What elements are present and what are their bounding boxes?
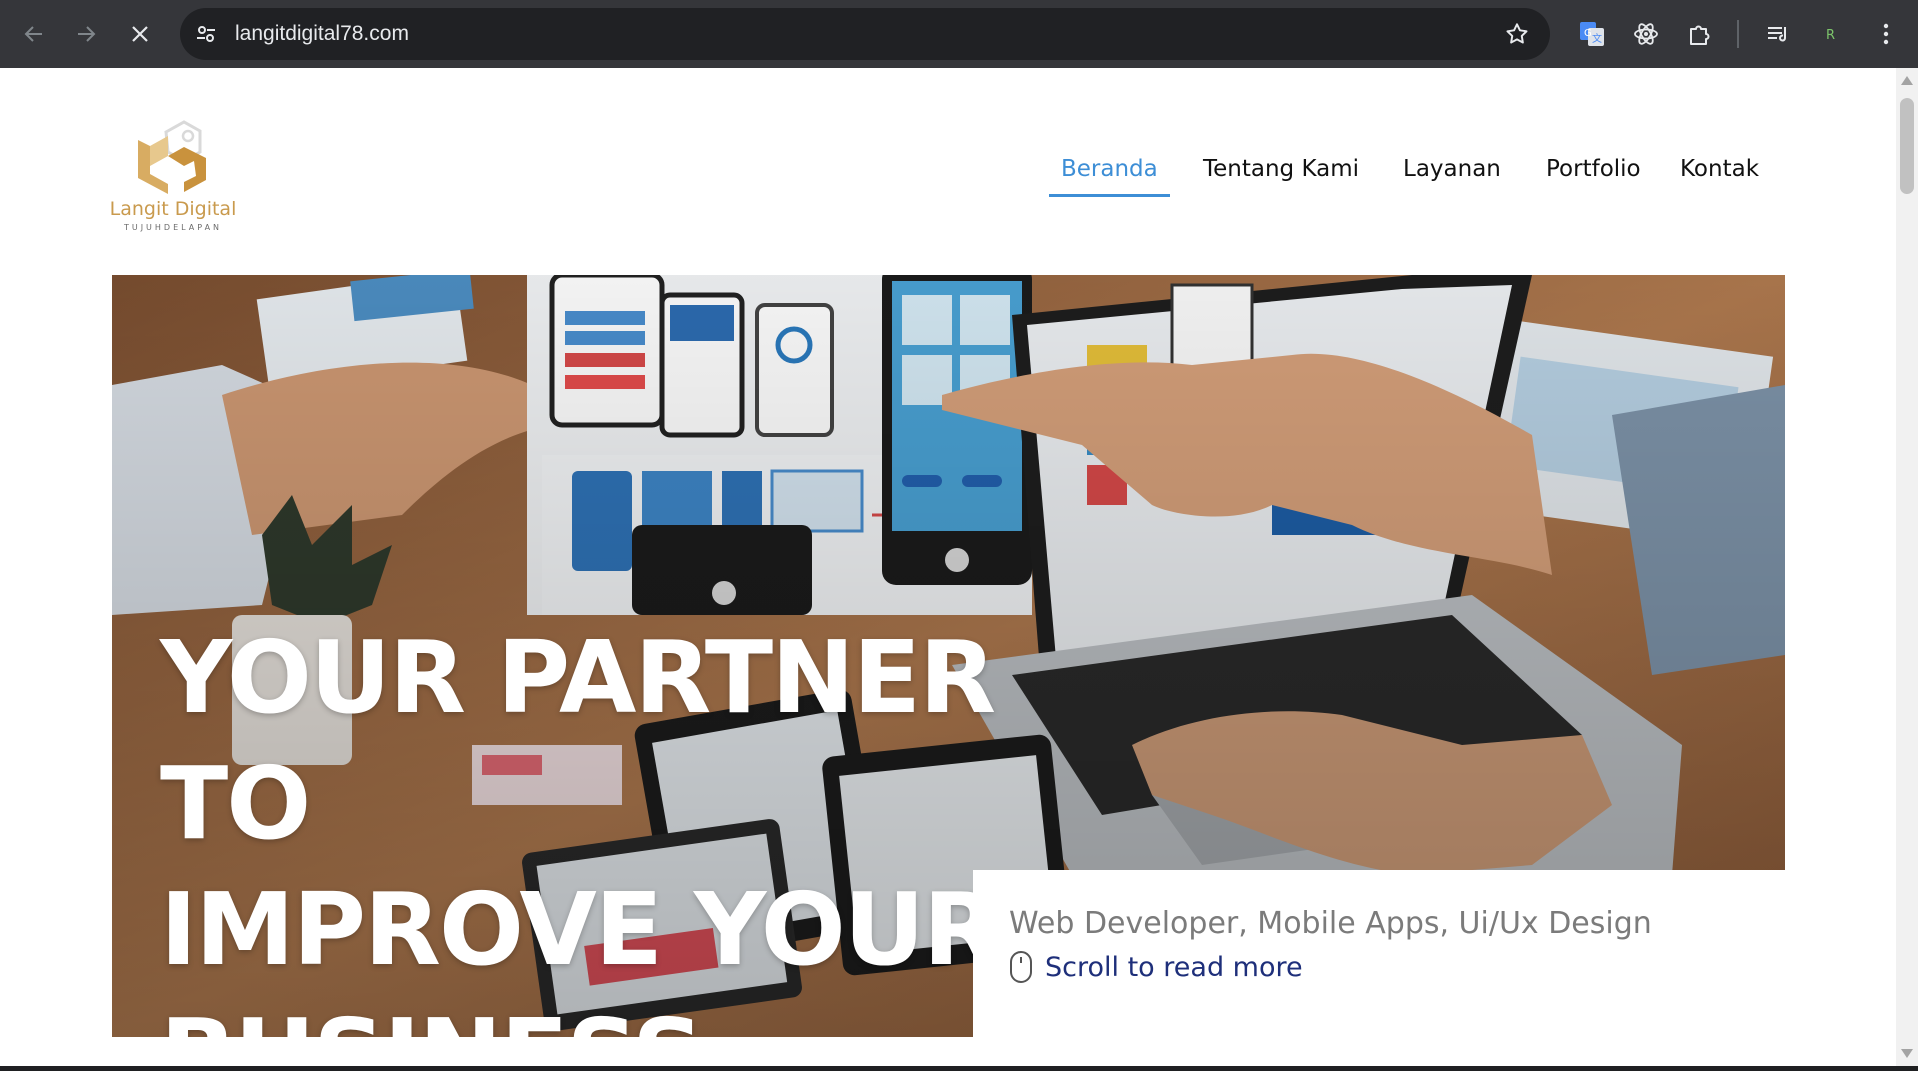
hero-title-line: IMPROVE YOUR — [160, 871, 1000, 988]
more-menu-button[interactable] — [1870, 18, 1902, 50]
svg-text:R: R — [1826, 28, 1835, 43]
profile-icon: R — [1826, 28, 1835, 43]
site-settings-icon[interactable] — [194, 22, 218, 46]
site-logo[interactable]: Langit Digital TUJUHDELAPAN — [108, 116, 238, 234]
hero-subtitle: Web Developer, Mobile Apps, Ui/Ux Design — [1009, 906, 1652, 941]
forward-button[interactable] — [64, 12, 108, 56]
scrollbar-thumb[interactable] — [1900, 98, 1914, 194]
stop-loading-button[interactable] — [118, 12, 162, 56]
scroll-to-read-more-link[interactable]: Scroll to read more — [1009, 950, 1303, 984]
nav-item-beranda[interactable]: Beranda — [1049, 156, 1170, 197]
scroll-label[interactable]: Scroll to read more — [1045, 952, 1303, 983]
bookmark-star-icon[interactable] — [1504, 21, 1530, 47]
hero-section: YOUR PARTNER TO IMPROVE YOUR BUSINESS We… — [112, 275, 1785, 1037]
back-arrow-icon — [24, 26, 42, 42]
address-bar[interactable]: langitdigital78.com — [180, 8, 1550, 60]
hero-title: YOUR PARTNER TO IMPROVE YOUR BUSINESS — [160, 615, 1060, 1037]
scroll-up-arrow-icon[interactable] — [1901, 76, 1913, 85]
web-page: Langit Digital TUJUHDELAPAN Beranda Tent… — [0, 68, 1896, 1066]
hero-info-card: Web Developer, Mobile Apps, Ui/Ux Design… — [973, 870, 1785, 1037]
page-scrollbar[interactable] — [1896, 68, 1918, 1066]
logo-mark-icon — [138, 120, 206, 194]
back-button[interactable] — [12, 12, 56, 56]
nav-item-layanan[interactable]: Layanan — [1391, 156, 1513, 194]
hero-title-line: YOUR PARTNER TO — [160, 619, 996, 862]
svg-text:G: G — [1584, 28, 1592, 39]
logo-name: Langit Digital — [109, 198, 237, 220]
hero-title-line: BUSINESS — [160, 993, 1060, 1037]
react-devtools-icon — [1634, 23, 1658, 45]
extensions-puzzle-icon — [1690, 25, 1710, 45]
stop-loading-icon — [132, 26, 148, 42]
profile-button[interactable]: R — [1816, 18, 1848, 50]
logo-tagline: TUJUHDELAPAN — [123, 223, 223, 232]
reading-list-button[interactable] — [1762, 18, 1794, 50]
nav-item-kontak[interactable]: Kontak — [1668, 156, 1771, 194]
google-translate-extension[interactable]: G 文 — [1576, 18, 1608, 50]
scroll-down-arrow-icon[interactable] — [1901, 1049, 1913, 1058]
google-translate-icon: G 文 — [1580, 22, 1604, 46]
browser-toolbar: langitdigital78.com G 文 R — [0, 0, 1918, 68]
toolbar-separator — [1737, 20, 1739, 48]
window-bottom-edge — [0, 1066, 1918, 1071]
svg-text:文: 文 — [1592, 32, 1602, 45]
nav-item-tentang-kami[interactable]: Tentang Kami — [1191, 156, 1371, 194]
more-menu-icon — [1883, 23, 1889, 45]
react-devtools-extension[interactable] — [1630, 18, 1662, 50]
url-text[interactable]: langitdigital78.com — [235, 8, 409, 60]
mouse-icon — [1010, 951, 1032, 983]
reading-list-icon — [1768, 27, 1787, 42]
nav-item-portfolio[interactable]: Portfolio — [1534, 156, 1653, 194]
extensions-button[interactable] — [1684, 18, 1716, 50]
forward-arrow-icon — [78, 26, 96, 42]
